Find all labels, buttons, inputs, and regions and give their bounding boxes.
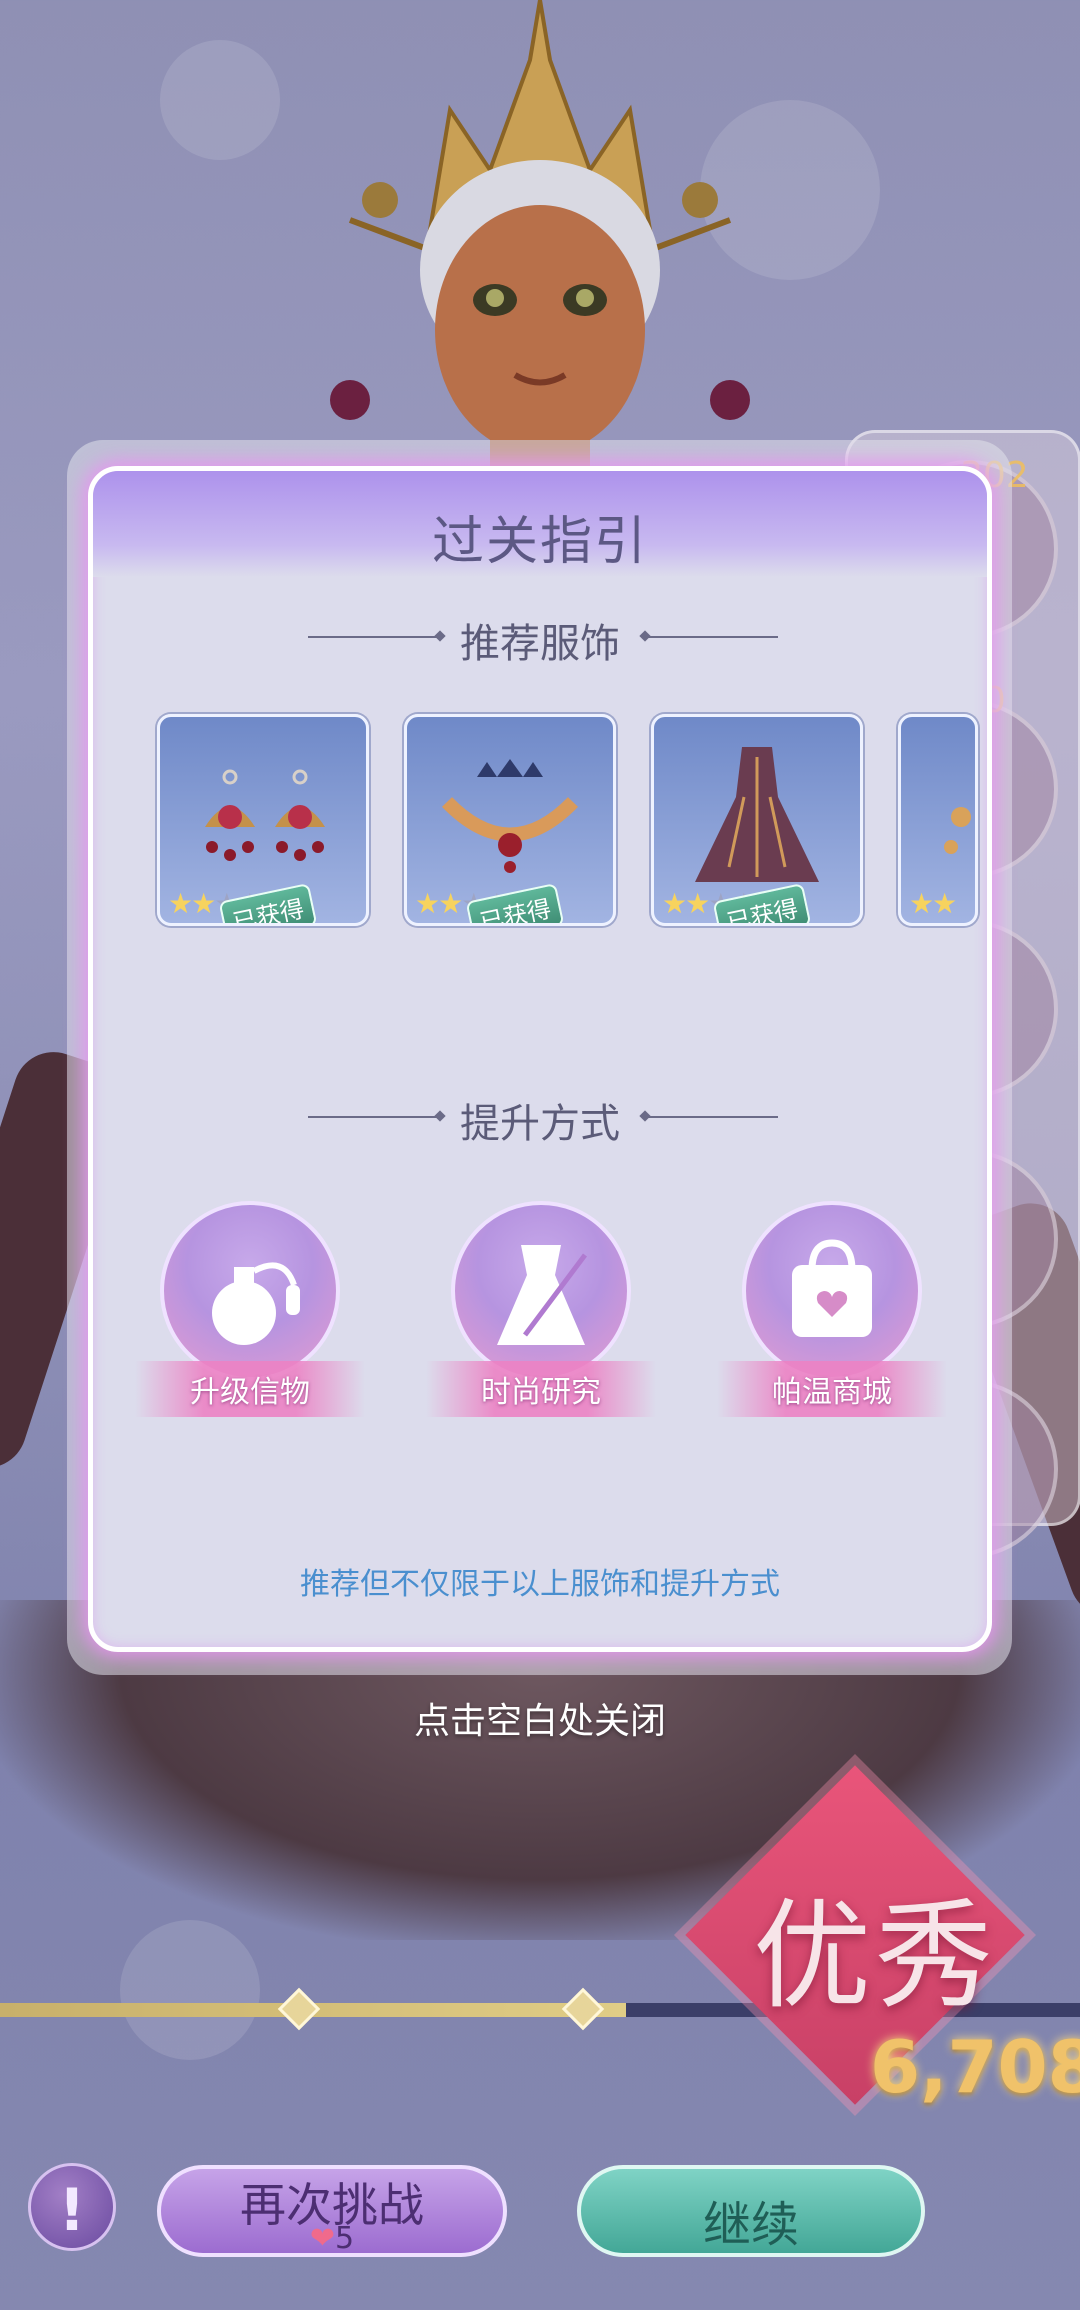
close-hint[interactable]: 点击空白处关闭 — [0, 1692, 1080, 1744]
perfume-bottle-icon — [212, 1262, 300, 1345]
method-upgrade-token[interactable]: 升级信物 — [135, 1201, 365, 1417]
progress-milestone-marker — [277, 1987, 321, 2031]
method-fashion-research[interactable]: 时尚研究 — [426, 1201, 656, 1417]
level-guide-dialog: 过关指引 推荐服饰 ★★★★★ 已获得 ★★★★★ 已获得 — [88, 466, 992, 1652]
sakura-petal-decoration — [120, 1920, 260, 2060]
method-label: 升级信物 — [135, 1361, 365, 1417]
divider-line — [648, 1116, 778, 1118]
method-label: 帕温商城 — [717, 1361, 947, 1417]
retry-cost-value: 5 — [335, 2221, 355, 2256]
rank-label: 优秀 — [752, 1887, 997, 2025]
continue-button-label: 继续 — [702, 2197, 799, 2253]
item-card-hair-ornament[interactable]: ★★ — [898, 714, 978, 926]
dialog-footnote: 推荐但不仅限于以上服饰和提升方式 — [300, 1567, 780, 1602]
method-label: 时尚研究 — [426, 1361, 656, 1417]
heart-icon: ❤ — [309, 2221, 336, 2256]
method-icon-circle — [451, 1201, 631, 1381]
method-icon-circle — [742, 1201, 922, 1381]
continue-button[interactable]: 继续 — [577, 2165, 925, 2257]
recommended-outfit-heading: 推荐服饰 — [460, 621, 620, 667]
dialog-header: 过关指引 — [93, 471, 987, 577]
shopping-bag-heart-icon — [792, 1239, 872, 1337]
retry-cost: ❤5 — [161, 2221, 503, 2256]
method-pawen-shop[interactable]: 帕温商城 — [717, 1201, 947, 1417]
retry-button[interactable]: 再次挑战 ❤5 — [157, 2165, 507, 2257]
exclamation-icon: ! — [58, 2176, 86, 2244]
item-card-necklace[interactable]: ★★★★★ 已获得 — [404, 714, 616, 926]
item-card-earrings[interactable]: ★★★★★ 已获得 — [157, 714, 369, 926]
item-card-gown[interactable]: ★★★★★ 已获得 — [651, 714, 863, 926]
info-button[interactable]: ! — [28, 2163, 116, 2251]
star-rating: ★★ — [909, 887, 957, 920]
dialog-title: 过关指引 — [431, 512, 648, 572]
progress-milestone-marker — [561, 1987, 605, 2031]
dress-sewing-icon — [497, 1245, 587, 1345]
divider-line — [648, 636, 778, 638]
method-icon-circle — [160, 1201, 340, 1381]
score-value: 6,708 — [870, 2025, 1080, 2109]
improve-methods-heading: 提升方式 — [460, 1101, 620, 1147]
